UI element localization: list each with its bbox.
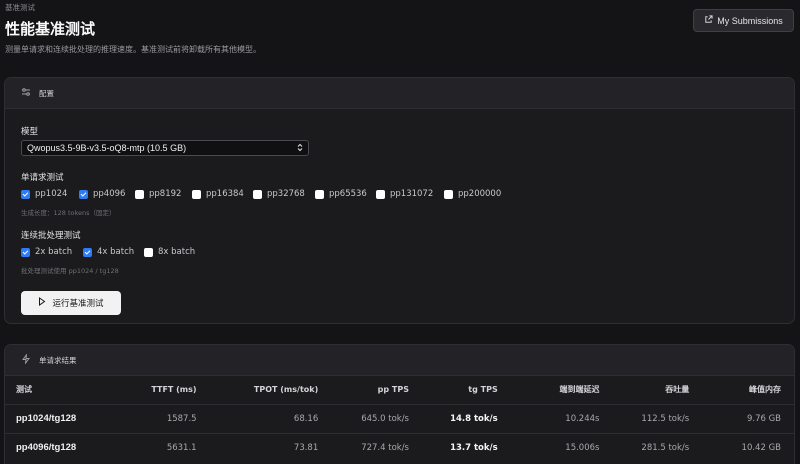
option-pp1024[interactable]: pp1024 xyxy=(21,189,79,199)
results-card-header: 单请求结果 xyxy=(5,345,794,376)
col-peak-memory: 峰值内存 xyxy=(749,385,781,395)
config-card-header: 配置 xyxy=(5,78,794,109)
cell-test: pp1024/tg128 xyxy=(5,403,111,433)
option-pp4096[interactable]: pp4096 xyxy=(79,189,135,199)
option-4x-batch[interactable]: 4x batch xyxy=(83,247,144,257)
my-submissions-button[interactable]: My Submissions xyxy=(693,9,794,32)
cell-peak-memory: 9.76 GB xyxy=(702,403,794,433)
option-label: pp4096 xyxy=(93,189,126,199)
single-request-hint: 生成长度：128 tokens（固定） xyxy=(21,209,116,217)
option-label: pp65536 xyxy=(329,189,367,199)
option-label: 8x batch xyxy=(158,247,196,257)
checkbox[interactable] xyxy=(376,189,385,199)
cell-pp-tps: 727.4 tok/s xyxy=(330,432,413,462)
checkbox[interactable] xyxy=(135,189,144,199)
play-icon xyxy=(38,297,46,309)
col-e2e-latency: 端到端延迟 xyxy=(559,385,600,395)
batch-label: 连续批处理测试 xyxy=(21,231,81,241)
external-link-icon xyxy=(704,15,713,26)
page-subtitle: 测量单请求和连续批处理的推理速度。基准测试前将卸载所有其他模型。 xyxy=(5,45,261,54)
col-pp-tps: pp TPS xyxy=(377,385,409,395)
cell-peak-memory: 10.42 GB xyxy=(702,432,794,462)
option-2x-batch[interactable]: 2x batch xyxy=(21,247,83,257)
table-row: pp4096/tg128 5631.1 73.81 727.4 tok/s 13… xyxy=(5,432,794,462)
option-pp16384[interactable]: pp16384 xyxy=(192,189,253,199)
option-pp32768[interactable]: pp32768 xyxy=(253,189,315,199)
option-pp8192[interactable]: pp8192 xyxy=(135,189,192,199)
option-label: pp1024 xyxy=(35,189,68,199)
batch-options: 2x batch 4x batch 8x batch xyxy=(21,247,206,257)
cell-ttft: 1587.5 xyxy=(110,403,212,433)
option-pp200000[interactable]: pp200000 xyxy=(444,189,514,199)
option-pp131072[interactable]: pp131072 xyxy=(376,189,444,199)
run-benchmark-label: 运行基准测试 xyxy=(52,299,104,309)
col-tg-tps: tg TPS xyxy=(468,385,498,395)
breadcrumb: 基准测试 xyxy=(5,3,35,12)
results-card: 单请求结果 测试 TTFT (ms) TPOT (ms/tok) pp TPS … xyxy=(4,344,795,464)
checkbox[interactable] xyxy=(253,189,262,199)
cell-tpot: 73.81 xyxy=(211,432,331,462)
single-request-options: pp1024 pp4096 pp8192 pp16384 pp32768 pp6… xyxy=(21,189,514,199)
option-label: 4x batch xyxy=(97,247,135,257)
my-submissions-label: My Submissions xyxy=(717,15,783,26)
checkbox[interactable] xyxy=(144,247,153,257)
sliders-icon xyxy=(21,87,31,99)
option-label: pp200000 xyxy=(458,189,502,199)
model-label: 模型 xyxy=(21,127,39,137)
option-pp65536[interactable]: pp65536 xyxy=(315,189,376,199)
option-label: pp32768 xyxy=(267,189,305,199)
cell-test: pp4096/tg128 xyxy=(5,432,111,462)
cell-e2e-latency: 10.244s xyxy=(506,403,612,433)
col-tpot: TPOT (ms/tok) xyxy=(253,385,319,395)
checkbox[interactable] xyxy=(83,247,92,257)
cell-pp-tps: 645.0 tok/s xyxy=(330,403,413,433)
results-heading: 单请求结果 xyxy=(39,355,77,365)
checkbox[interactable] xyxy=(21,247,30,257)
single-request-label: 单请求测试 xyxy=(21,173,64,183)
table-row: pp1024/tg128 1587.5 68.16 645.0 tok/s 14… xyxy=(5,403,794,433)
col-ttft: TTFT (ms) xyxy=(151,385,197,395)
cell-throughput: 281.5 tok/s xyxy=(611,432,703,462)
col-test: 测试 xyxy=(16,385,32,395)
option-label: pp8192 xyxy=(149,189,182,199)
lightning-icon xyxy=(21,353,31,366)
checkbox[interactable] xyxy=(192,189,201,199)
cell-tg-tps: 14.8 tok/s xyxy=(413,403,507,433)
checkbox[interactable] xyxy=(315,189,324,199)
option-8x-batch[interactable]: 8x batch xyxy=(144,247,206,257)
cell-throughput: 112.5 tok/s xyxy=(611,403,703,433)
model-select[interactable]: Qwopus3.5-9B-v3.5-oQ8-mtp (10.5 GB) xyxy=(21,140,309,156)
col-throughput: 吞吐量 xyxy=(665,385,690,395)
results-table: 测试 TTFT (ms) TPOT (ms/tok) pp TPS tg TPS… xyxy=(5,376,794,462)
config-heading: 配置 xyxy=(39,88,54,98)
cell-tpot: 68.16 xyxy=(211,403,331,433)
checkbox[interactable] xyxy=(444,189,453,199)
page-title: 性能基准测试 xyxy=(5,20,96,38)
checkbox[interactable] xyxy=(21,189,30,199)
option-label: pp131072 xyxy=(390,189,434,199)
config-card: 配置 模型 Qwopus3.5-9B-v3.5-oQ8-mtp (10.5 GB… xyxy=(4,77,795,324)
chevron-updown-icon xyxy=(297,143,303,154)
cell-tg-tps: 13.7 tok/s xyxy=(413,432,507,462)
checkbox[interactable] xyxy=(79,189,88,199)
option-label: pp16384 xyxy=(206,189,244,199)
cell-e2e-latency: 15.006s xyxy=(506,432,612,462)
option-label: 2x batch xyxy=(35,247,73,257)
run-benchmark-button[interactable]: 运行基准测试 xyxy=(21,291,121,315)
batch-hint: 批处理测试使用 pp1024 / tg128 xyxy=(21,267,119,275)
cell-ttft: 5631.1 xyxy=(110,432,212,462)
table-header-row: 测试 TTFT (ms) TPOT (ms/tok) pp TPS tg TPS… xyxy=(5,376,794,404)
model-select-value: Qwopus3.5-9B-v3.5-oQ8-mtp (10.5 GB) xyxy=(27,143,187,153)
